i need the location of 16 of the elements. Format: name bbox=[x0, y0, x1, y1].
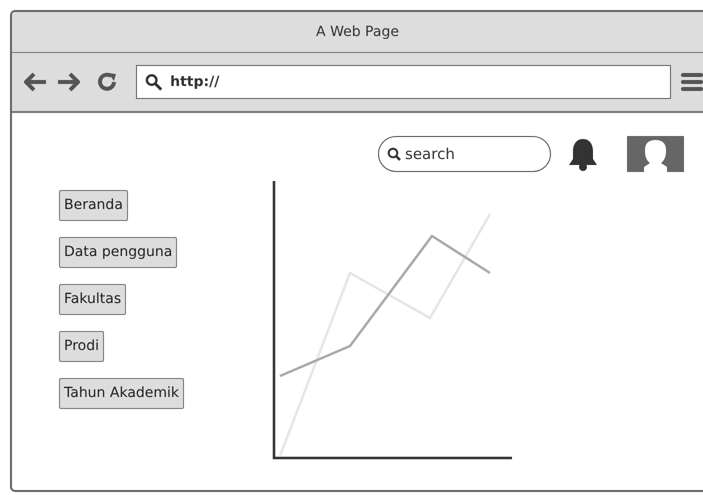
bell-icon[interactable] bbox=[567, 137, 599, 171]
nav-button[interactable]: Prodi bbox=[59, 331, 104, 362]
address-bar[interactable]: http:// bbox=[136, 65, 671, 99]
search-icon bbox=[387, 147, 401, 161]
avatar-icon[interactable] bbox=[627, 136, 684, 172]
back-icon[interactable] bbox=[24, 72, 48, 92]
window-title: A Web Page bbox=[316, 22, 399, 42]
menu-icon[interactable] bbox=[681, 72, 703, 92]
nav-button[interactable]: Beranda bbox=[59, 190, 128, 221]
nav-button[interactable]: Fakultas bbox=[59, 284, 126, 315]
search-field[interactable]: search bbox=[378, 136, 551, 172]
nav-button[interactable]: Tahun Akademik bbox=[59, 378, 184, 409]
nav-button[interactable]: Data pengguna bbox=[59, 237, 178, 268]
forward-icon[interactable] bbox=[56, 72, 80, 92]
search-icon bbox=[145, 73, 162, 91]
reload-icon[interactable] bbox=[96, 71, 118, 93]
